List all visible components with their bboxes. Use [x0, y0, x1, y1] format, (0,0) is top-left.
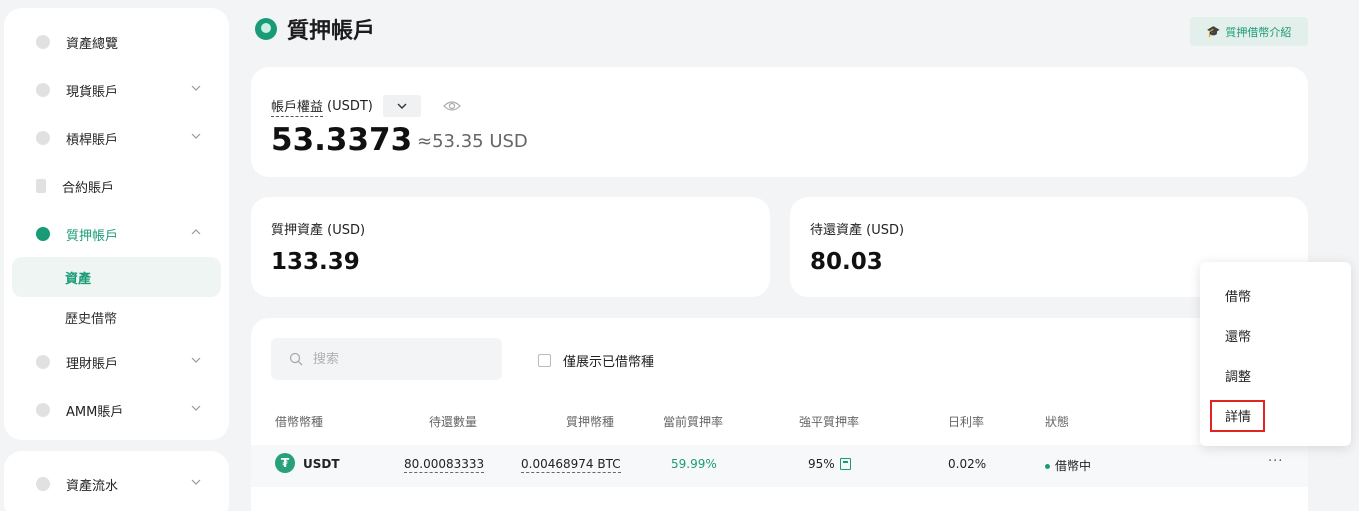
column-header: 借幣幣種	[275, 415, 324, 429]
sidebar-item-label: 槓桿賬戶	[66, 132, 119, 148]
search-box	[271, 338, 502, 380]
earn-icon	[36, 355, 50, 369]
sidebar-item-label: 資產流水	[66, 478, 119, 494]
chevron-down-icon	[191, 479, 201, 485]
pending-value: 80.03	[810, 249, 883, 275]
menu-item-repay[interactable]: 還幣	[1225, 326, 1251, 345]
page-title-text: 質押帳戶	[287, 19, 376, 44]
only-borrowed-toggle[interactable]: 僅展示已借幣種	[538, 351, 654, 370]
chevron-up-icon	[191, 229, 201, 235]
unit-dropdown[interactable]	[382, 95, 421, 117]
equity-approx-value: ≈53.35 USD	[417, 131, 528, 152]
collateral-coin: 0.00468974 BTC	[521, 457, 621, 473]
eye-icon[interactable]	[443, 100, 461, 112]
menu-item-borrow[interactable]: 借幣	[1225, 286, 1251, 305]
equity-label: 帳戶權益 (USDT)	[271, 95, 461, 117]
pending-amount: 80.00083333	[404, 457, 485, 473]
calculator-icon[interactable]	[839, 458, 851, 470]
chevron-down-icon	[191, 85, 201, 91]
menu-item-adjust[interactable]: 調整	[1225, 366, 1251, 385]
sidebar-subitem-label: 資產	[65, 271, 92, 287]
chevron-down-icon	[397, 103, 407, 109]
loans-table-card: 僅展示已借幣種 借幣幣種 待還數量 質押幣種 當前質押率 強平質押率 日利率 狀…	[251, 318, 1308, 511]
equity-card: 帳戶權益 (USDT) 53.3373 ≈53.35 USD	[251, 67, 1308, 177]
sidebar-item-label: AMM賬戶	[66, 404, 124, 420]
spot-icon	[36, 83, 50, 97]
pending-label: 待還資產 (USD)	[810, 223, 905, 238]
pie-chart-icon	[36, 35, 50, 49]
column-header: 待還數量	[429, 415, 478, 429]
sidebar-item-asset-flow[interactable]: 資產流水	[4, 464, 229, 504]
column-header: 日利率	[948, 415, 985, 429]
pledge-logo-icon	[255, 18, 277, 40]
chevron-down-icon	[191, 357, 201, 363]
sidebar-subitem-label: 歷史借幣	[65, 311, 118, 327]
sidebar-item-label: 資產總覽	[66, 36, 119, 52]
collateral-card: 質押資產 (USD) 133.39	[251, 197, 770, 297]
search-icon	[289, 352, 303, 366]
borrow-coin: USDT	[303, 457, 340, 471]
column-header: 強平質押率	[799, 415, 860, 429]
page-title: 質押帳戶	[255, 13, 375, 45]
column-header: 狀態	[1045, 415, 1070, 429]
sidebar-bottom: 資產流水	[4, 451, 229, 511]
margin-icon	[36, 131, 50, 145]
sidebar-item-earn-account[interactable]: 理財賬戶	[4, 342, 229, 382]
liquidation-rate-cell: 95%	[808, 457, 851, 471]
daily-rate: 0.02%	[948, 457, 987, 471]
sidebar-item-label: 理財賬戶	[66, 356, 119, 372]
only-borrowed-label: 僅展示已借幣種	[563, 355, 655, 370]
sidebar-item-amm-account[interactable]: AMM賬戶	[4, 390, 229, 430]
amm-icon	[36, 403, 50, 417]
equity-value: 53.3373	[271, 122, 413, 158]
sidebar-item-futures-account[interactable]: 合約賬戶	[4, 166, 229, 206]
futures-icon	[36, 179, 46, 193]
current-pledge-rate: 59.99%	[671, 457, 717, 471]
status-cell: 借幣中	[1045, 457, 1091, 474]
highlight-box	[1210, 400, 1265, 432]
collateral-label: 質押資產 (USD)	[271, 223, 366, 238]
chevron-down-icon	[191, 133, 201, 139]
column-header: 當前質押率	[663, 415, 724, 429]
sidebar-item-label: 質押帳戶	[66, 228, 119, 244]
equity-label-text: 帳戶權益	[271, 96, 324, 117]
more-actions-button[interactable]: ···	[1268, 454, 1283, 469]
equity-unit: (USDT)	[327, 98, 373, 114]
only-borrowed-checkbox[interactable]	[538, 354, 551, 367]
sidebar-subitem-borrow-history[interactable]: 歷史借幣	[12, 297, 221, 337]
column-header: 質押幣種	[566, 415, 615, 429]
pledge-icon	[36, 227, 50, 241]
status-badge: 借幣中	[1055, 459, 1092, 473]
sidebar-item-margin-account[interactable]: 槓桿賬戶	[4, 118, 229, 158]
row-actions-menu: 借幣 還幣 調整 詳情	[1200, 262, 1351, 446]
search-input[interactable]	[313, 351, 483, 367]
sidebar-subitem-assets[interactable]: 資產	[12, 257, 221, 297]
pledge-intro-button[interactable]: 🎓 質押借幣介紹	[1190, 17, 1308, 46]
tether-icon: ₮	[275, 453, 295, 473]
sidebar-item-label: 現貨賬戶	[66, 84, 119, 100]
sidebar-item-pledge-account[interactable]: 質押帳戶	[4, 214, 229, 254]
sidebar-item-asset-overview[interactable]: 資產總覽	[4, 22, 229, 62]
flow-icon	[36, 477, 50, 491]
status-dot-icon	[1045, 464, 1050, 469]
collateral-value: 133.39	[271, 249, 360, 275]
chevron-down-icon	[191, 405, 201, 411]
sidebar-item-label: 合約賬戶	[62, 180, 115, 196]
graduation-cap-icon: 🎓	[1206, 25, 1221, 38]
liquidation-rate: 95%	[808, 457, 835, 471]
pledge-intro-label: 質押借幣介紹	[1225, 25, 1292, 39]
sidebar-nav: 資產總覽 現貨賬戶 槓桿賬戶 合約賬戶 質押帳戶 資產 歷史借幣 理財賬戶 AM…	[4, 8, 229, 440]
sidebar-item-spot-account[interactable]: 現貨賬戶	[4, 70, 229, 110]
